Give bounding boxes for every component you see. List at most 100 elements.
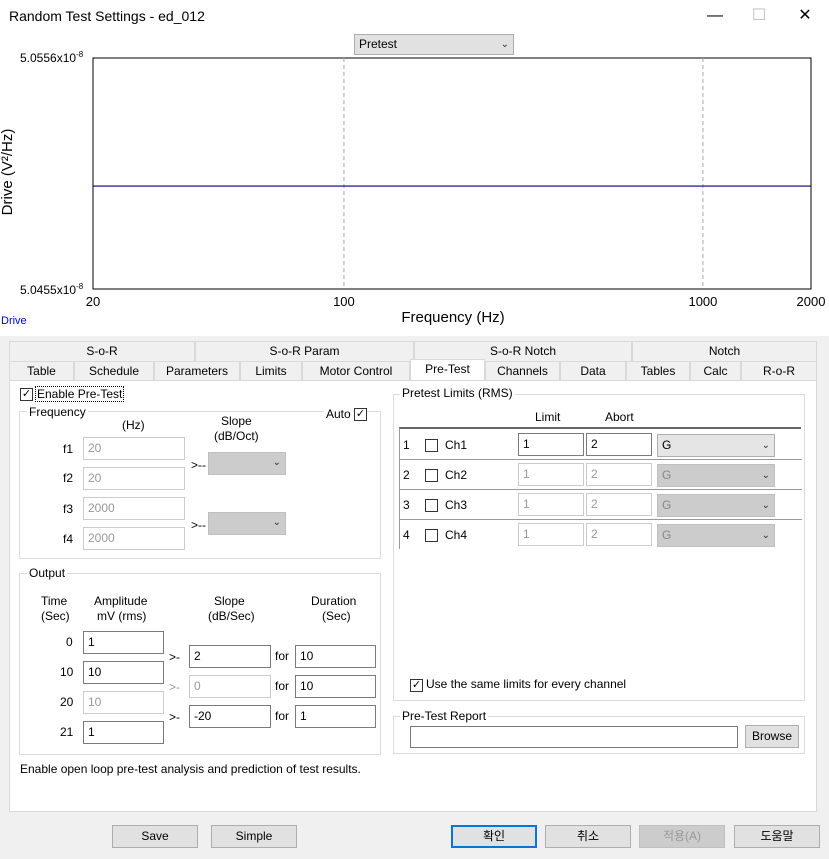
- y-axis-title: Drive (V²/Hz): [0, 129, 16, 216]
- auto-checkbox[interactable]: ✓: [354, 408, 367, 421]
- report-path-input[interactable]: [410, 726, 738, 748]
- limit-input[interactable]: 1: [518, 433, 584, 456]
- slope-input[interactable]: 0: [189, 675, 271, 698]
- limits-table: 1 Ch1 1 2 G ⌄ 2 Ch2 1 2 G ⌄ 3 Ch3 1 2 G ⌄: [399, 427, 802, 549]
- tab-s-o-r-notch[interactable]: S-o-R Notch: [414, 341, 632, 361]
- duration-input[interactable]: 10: [295, 645, 376, 668]
- abort-input[interactable]: 2: [586, 433, 652, 456]
- tab-row-top: S-o-R S-o-R Param S-o-R Notch Notch: [9, 341, 817, 361]
- f2-input[interactable]: 20: [83, 467, 185, 490]
- limit-input[interactable]: 1: [518, 493, 584, 516]
- channel-checkbox[interactable]: [425, 469, 438, 482]
- enable-pretest-label: Enable Pre-Test: [35, 386, 125, 402]
- f4-label: f4: [63, 532, 74, 546]
- tab-s-o-r-param[interactable]: S-o-R Param: [195, 341, 414, 361]
- row-number: 4: [403, 528, 410, 542]
- auto-label: Auto: [324, 407, 353, 421]
- f4-input[interactable]: 2000: [83, 527, 185, 550]
- f3-input[interactable]: 2000: [83, 497, 185, 520]
- slope-input[interactable]: 2: [189, 645, 271, 668]
- tab-data[interactable]: Data: [560, 361, 626, 381]
- apply-button[interactable]: 적용(A): [639, 825, 725, 848]
- same-limits-checkbox[interactable]: ✓: [410, 679, 423, 692]
- duration-input[interactable]: 10: [295, 675, 376, 698]
- limit-input[interactable]: 1: [518, 523, 584, 546]
- pretest-report-title: Pre-Test Report: [400, 709, 489, 723]
- tab-limits[interactable]: Limits: [240, 361, 302, 381]
- simple-button[interactable]: Simple: [211, 825, 297, 848]
- channel-checkbox[interactable]: [425, 499, 438, 512]
- drive-chart: 5.0556x10-8 5.0455x10-8 Drive (V²/Hz) 20…: [0, 50, 825, 327]
- tab-pre-test[interactable]: Pre-Test: [410, 359, 485, 381]
- time-value: 21: [60, 725, 74, 739]
- hz-label: (Hz): [122, 418, 145, 432]
- save-button[interactable]: Save: [112, 825, 198, 848]
- duration-input[interactable]: 1: [295, 705, 376, 728]
- for-label: for: [275, 649, 290, 663]
- abort-input[interactable]: 2: [586, 523, 652, 546]
- time-value: 20: [60, 695, 74, 709]
- channel-label: Ch4: [445, 528, 468, 542]
- f1-input[interactable]: 20: [83, 437, 185, 460]
- arrow-label: >-: [169, 650, 181, 664]
- amplitude-input[interactable]: 10: [83, 661, 164, 684]
- arrow-label: >--: [191, 518, 206, 532]
- close-button[interactable]: ✕: [782, 0, 828, 32]
- tab-calc[interactable]: Calc: [690, 361, 741, 381]
- x-tick-label: 100: [333, 294, 355, 309]
- tab-table[interactable]: Table: [9, 361, 74, 381]
- unit-dropdown[interactable]: G ⌄: [657, 434, 775, 457]
- amplitude-input[interactable]: 1: [83, 631, 164, 654]
- abort-input[interactable]: 2: [586, 463, 652, 486]
- minimize-button[interactable]: —: [692, 0, 738, 32]
- chart-area: Pretest ⌄ 5.0556x10-8 5.0455x10-8 Drive (…: [0, 32, 829, 336]
- tab-r-o-r[interactable]: R-o-R: [741, 361, 817, 381]
- cancel-button[interactable]: 취소: [545, 825, 631, 848]
- channel-checkbox[interactable]: [425, 439, 438, 452]
- tab-schedule[interactable]: Schedule: [74, 361, 154, 381]
- time-value: 10: [60, 665, 74, 679]
- slope-input[interactable]: -20: [189, 705, 271, 728]
- row-number: 2: [403, 468, 410, 482]
- time-value: 0: [66, 635, 73, 649]
- limit-header: Limit: [535, 410, 561, 424]
- chevron-down-icon: ⌄: [761, 440, 770, 451]
- tab-s-o-r[interactable]: S-o-R: [9, 341, 195, 361]
- tab-parameters[interactable]: Parameters: [154, 361, 240, 381]
- abort-input[interactable]: 2: [586, 493, 652, 516]
- tab-channels[interactable]: Channels: [485, 361, 560, 381]
- x-tick-label: 1000: [688, 294, 717, 309]
- tab-notch[interactable]: Notch: [632, 341, 817, 361]
- arrow-label: >-: [169, 710, 181, 724]
- browse-button[interactable]: Browse: [745, 725, 799, 748]
- slope-low-dropdown[interactable]: ⌄: [208, 452, 286, 475]
- slope-label: Slope: [221, 414, 252, 428]
- limit-input[interactable]: 1: [518, 463, 584, 486]
- row-number: 3: [403, 498, 410, 512]
- frequency-group-title: Frequency: [27, 405, 88, 419]
- amplitude-input[interactable]: 10: [83, 691, 164, 714]
- tab-motor-control[interactable]: Motor Control: [302, 361, 410, 381]
- f1-label: f1: [63, 442, 74, 456]
- table-row: 1 Ch1 1 2 G ⌄: [400, 429, 802, 460]
- channel-checkbox[interactable]: [425, 529, 438, 542]
- for-label: for: [275, 709, 290, 723]
- duration-unit-label: (Sec): [322, 609, 351, 623]
- time-unit-label: (Sec): [41, 609, 70, 623]
- unit-value: G: [662, 498, 672, 512]
- y-top-label: 5.0556x10-8: [20, 50, 84, 65]
- tab-tables[interactable]: Tables: [626, 361, 690, 381]
- unit-dropdown[interactable]: G ⌄: [657, 464, 775, 487]
- amplitude-label: Amplitude: [94, 594, 148, 608]
- unit-dropdown[interactable]: G ⌄: [657, 524, 775, 547]
- arrow-label: >-: [169, 680, 181, 694]
- slope-high-dropdown[interactable]: ⌄: [208, 512, 286, 535]
- unit-dropdown[interactable]: G ⌄: [657, 494, 775, 517]
- enable-pretest-checkbox[interactable]: ✓: [20, 388, 33, 401]
- help-button[interactable]: 도움말: [734, 825, 820, 848]
- ok-button[interactable]: 확인: [451, 825, 537, 848]
- chevron-down-icon: ⌄: [761, 530, 770, 541]
- hint-text: Enable open loop pre-test analysis and p…: [20, 762, 361, 776]
- amplitude-input[interactable]: 1: [83, 721, 164, 744]
- unit-value: G: [662, 528, 672, 542]
